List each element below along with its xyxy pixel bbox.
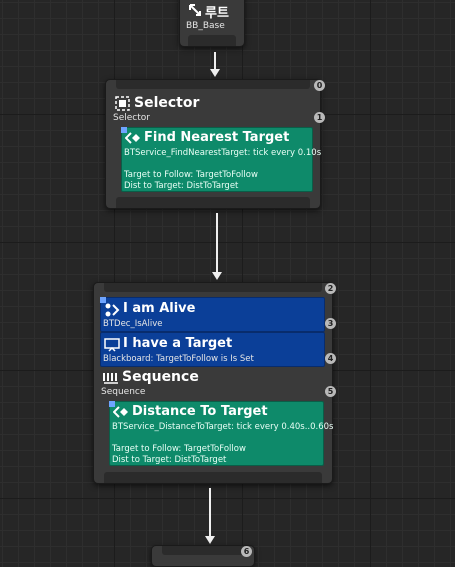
- selector-title: Selector: [134, 95, 200, 111]
- service-icon: [124, 132, 141, 148]
- service-line: Target to Follow: TargetToFollow: [124, 170, 258, 180]
- decorator-subtitle: Blackboard: TargetToFollow is Is Set: [103, 354, 254, 364]
- wire-arrow-icon: [212, 272, 222, 280]
- decorator-title: I have a Target: [123, 336, 233, 351]
- service-title: Distance To Target: [132, 404, 268, 419]
- decorator-has-target[interactable]: I have a Target Blackboard: TargetToFoll…: [100, 332, 325, 367]
- service-title: Find Nearest Target: [144, 130, 290, 145]
- decorator-title: I am Alive: [123, 301, 196, 316]
- root-arrow-icon: [188, 3, 202, 21]
- service-line: Dist to Target: DistToTarget: [112, 455, 227, 465]
- decorator-subtitle: BTDec_IsAlive: [103, 319, 163, 329]
- sequence-input-pin[interactable]: [104, 283, 322, 292]
- service-icon: [112, 406, 129, 422]
- root-node[interactable]: 루트 BB_Base: [179, 0, 245, 47]
- sequence-subtitle: Sequence: [101, 387, 146, 397]
- index-badge: 1: [314, 112, 325, 123]
- sequence-icon: [103, 372, 119, 388]
- sequence-title: Sequence: [122, 369, 199, 385]
- service-line: Target to Follow: TargetToFollow: [112, 444, 246, 454]
- decorator-is-alive[interactable]: I am Alive BTDec_IsAlive: [100, 297, 325, 332]
- service-line: BTService_FindNearestTarget: tick every …: [124, 148, 322, 158]
- service-line: BTService_DistanceToTarget: tick every 0…: [112, 422, 334, 432]
- sequence-node[interactable]: I am Alive BTDec_IsAlive I have a Target…: [93, 282, 334, 484]
- wire-root-selector: [214, 52, 216, 70]
- index-badge: 2: [325, 283, 336, 294]
- child-input-pin[interactable]: [162, 546, 244, 555]
- index-badge: 4: [325, 353, 336, 364]
- root-subtitle: BB_Base: [186, 21, 225, 31]
- index-badge: 6: [241, 546, 252, 557]
- sequence-service[interactable]: Distance To Target BTService_DistanceToT…: [109, 401, 334, 466]
- selector-node[interactable]: Selector Selector Find Nearest Target BT…: [105, 79, 321, 209]
- selector-subtitle: Selector: [113, 113, 150, 123]
- root-output-pin[interactable]: [188, 35, 236, 46]
- wire-arrow-icon: [210, 69, 220, 77]
- wire-selector-sequence: [216, 213, 218, 274]
- selector-service[interactable]: Find Nearest Target BTService_FindNeares…: [121, 127, 321, 192]
- sequence-output-pin[interactable]: [104, 472, 322, 483]
- root-title: 루트: [205, 6, 229, 21]
- service-line: Dist to Target: DistToTarget: [124, 181, 239, 191]
- child-node[interactable]: [151, 545, 255, 567]
- index-badge: 3: [325, 318, 336, 329]
- selector-output-pin[interactable]: [116, 197, 310, 208]
- selector-input-pin[interactable]: [116, 80, 310, 89]
- wire-sequence-child: [209, 488, 211, 538]
- index-badge: 5: [325, 386, 336, 397]
- index-badge: 0: [314, 80, 325, 91]
- wire-arrow-icon: [205, 536, 215, 544]
